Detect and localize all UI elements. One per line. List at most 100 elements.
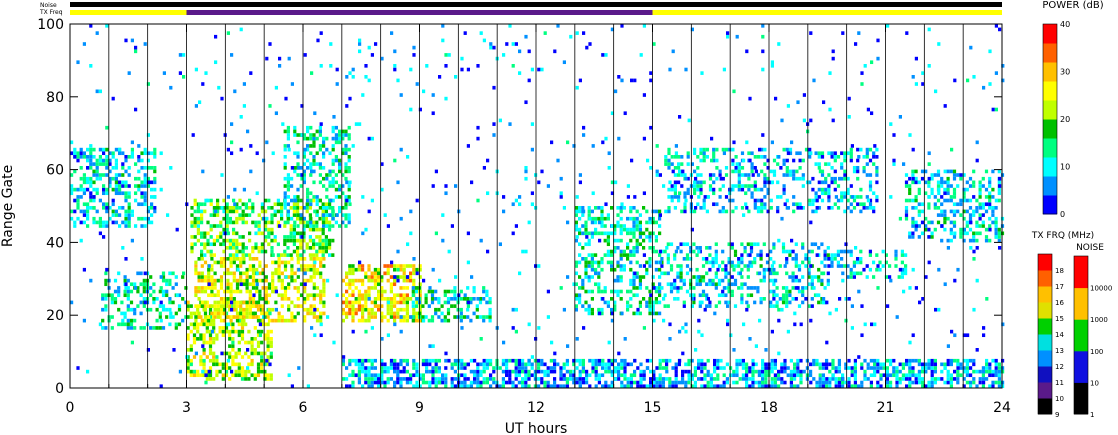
echo-cell: [267, 206, 271, 210]
echo-cell: [265, 358, 269, 363]
echo-cell: [402, 315, 406, 319]
echo-cell: [642, 373, 646, 378]
echo-cell: [772, 267, 776, 272]
echo-cell: [208, 366, 213, 370]
echo-cell: [722, 384, 726, 389]
echo-cell: [781, 242, 786, 247]
echo-cell: [733, 249, 738, 254]
echo-cell: [753, 166, 757, 170]
echo-cell: [708, 184, 713, 188]
echo-cell: [421, 362, 425, 367]
echo-cell: [712, 173, 716, 177]
echo-cell: [434, 358, 438, 363]
echo-cell: [469, 358, 473, 363]
echo-cell: [894, 253, 898, 257]
echo-cell: [306, 311, 310, 316]
echo-cell: [764, 362, 768, 367]
echo-cell: [412, 366, 416, 370]
echo-cell: [402, 358, 406, 363]
echo-cell: [248, 253, 252, 257]
echo-cell: [418, 264, 422, 268]
echo-cell: [825, 300, 829, 305]
echo-cell: [820, 155, 825, 159]
echo-cell: [603, 253, 607, 257]
echo-cell: [247, 369, 251, 374]
echo-cell: [309, 307, 313, 312]
echo-cell: [689, 278, 693, 283]
echo-cell: [434, 366, 438, 370]
echo-cell: [121, 173, 125, 177]
echo-cell: [123, 311, 127, 316]
echo-cell: [309, 267, 313, 272]
echo-cell: [578, 369, 582, 374]
echo-cell: [521, 366, 525, 370]
echo-cell: [159, 275, 163, 279]
echo-cell: [697, 275, 701, 279]
echo-cell: [724, 293, 728, 298]
echo-cell: [373, 373, 377, 378]
echo-cell: [140, 202, 144, 207]
echo-cell: [322, 304, 326, 308]
echo-cell: [256, 373, 261, 378]
echo-cell: [604, 366, 608, 370]
echo-cell: [716, 358, 720, 363]
echo-cell: [834, 384, 838, 389]
echo-cell: [209, 227, 213, 232]
echo-cell: [280, 286, 284, 290]
echo-cell: [246, 348, 250, 352]
echo-cell: [763, 173, 767, 177]
echo-cell: [150, 213, 154, 217]
echo-cell: [325, 147, 329, 152]
echo-cell: [104, 293, 108, 298]
echo-cell: [260, 242, 264, 247]
echo-cell: [895, 373, 899, 378]
echo-cell: [673, 166, 677, 170]
echo-cell: [917, 369, 921, 374]
echo-cell: [769, 257, 773, 261]
echo-cell: [619, 216, 623, 221]
echo-cell: [299, 206, 303, 210]
echo-cell: [642, 384, 646, 389]
echo-cell: [309, 202, 313, 207]
txfreq-bar-segment: [186, 10, 653, 15]
echo-cell: [254, 220, 258, 225]
echo-cell: [735, 373, 739, 378]
echo-cell: [140, 216, 144, 221]
echo-cell: [226, 278, 230, 283]
echo-cell: [473, 358, 477, 363]
echo-cell: [717, 300, 722, 305]
echo-cell: [293, 315, 297, 319]
echo-cell: [117, 289, 121, 294]
echo-cell: [856, 169, 860, 174]
echo-cell: [952, 209, 957, 214]
echo-cell: [411, 293, 415, 298]
echo-cell: [86, 206, 90, 210]
echo-cell: [914, 286, 918, 290]
echo-cell: [972, 380, 976, 385]
echo-cell: [228, 355, 232, 359]
echo-cell: [367, 315, 371, 319]
echo-cell: [86, 202, 90, 207]
echo-cell: [405, 300, 409, 305]
echo-cell: [756, 209, 761, 214]
echo-cell: [124, 180, 128, 185]
echo-cell: [735, 358, 739, 363]
echo-cell: [489, 362, 493, 367]
echo-cell: [338, 224, 342, 228]
echo-cell: [210, 293, 214, 298]
echo-cell: [984, 195, 989, 199]
echo-cell: [270, 227, 274, 232]
echo-cell: [619, 253, 623, 257]
echo-cell: [626, 304, 630, 308]
echo-cell: [619, 257, 623, 261]
echo-cell: [216, 224, 220, 228]
echo-cell: [997, 231, 1001, 236]
txfreq-bar: [70, 10, 1002, 15]
echo-cell: [619, 238, 623, 243]
echo-cell: [763, 180, 767, 185]
echo-cell: [949, 227, 953, 232]
echo-cell: [943, 227, 947, 232]
echo-cell: [502, 209, 506, 214]
echo-cell: [155, 297, 159, 301]
echo-cell: [953, 377, 957, 381]
